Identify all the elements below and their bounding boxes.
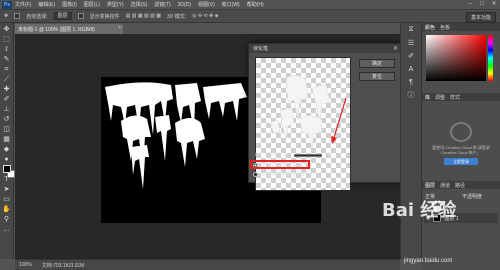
preview-artwork xyxy=(269,75,347,149)
history-panel-icon[interactable]: ⧖ xyxy=(405,25,417,35)
mode-3d-icons[interactable]: ◎ ✣ ⟲ ✥ ◈ xyxy=(192,13,218,19)
path-select-icon[interactable]: ➤ xyxy=(2,186,12,194)
quick-select-tool-icon[interactable]: ✎ xyxy=(2,56,12,64)
status-bar: 100% 文档:703.1K/3.91M xyxy=(15,259,400,270)
tab-color[interactable]: 颜色 xyxy=(425,24,435,31)
gradient-tool-icon[interactable]: ▦ xyxy=(2,136,12,144)
auto-select-label: 自动选择: xyxy=(26,13,48,20)
status-doc-info: 文档:703.1K/3.91M xyxy=(41,262,85,269)
show-transform-label: 显示变换控件 xyxy=(89,13,120,20)
zoom-tool-icon[interactable]: ⚲ xyxy=(2,216,12,224)
tab-layers[interactable]: 图层 xyxy=(425,182,435,189)
photoshop-logo: Ps xyxy=(2,0,12,9)
creative-cloud-icon xyxy=(450,122,472,142)
move-tool-icon[interactable]: ✥ xyxy=(2,26,12,34)
menu-view[interactable]: 视图(V) xyxy=(198,1,215,8)
creative-cloud-message: 要使用 Creative Cloud 库,请登录 Creative Cloud … xyxy=(432,145,490,155)
baidu-watermark: Bai 经验 xyxy=(382,200,457,221)
more-tools-icon[interactable]: … xyxy=(2,226,12,234)
menu-filter[interactable]: 滤镜(T) xyxy=(154,1,170,8)
options-bar: ✥ 自动选择: 图层 显示变换控件 ▤ ▥ ▦ ▧ ▨ ▩ 3D 模式: ◎ ✣… xyxy=(0,10,500,23)
auto-select-dropdown[interactable]: 图层 xyxy=(53,12,72,20)
crop-tool-icon[interactable]: ⌗ xyxy=(2,66,12,74)
color-panel-tabs: 颜色 色板 xyxy=(422,23,500,31)
menu-bar: Ps 文件(F) 编辑(E) 图像(I) 图层(L) 类型(Y) 选择(S) 滤… xyxy=(0,0,500,10)
dialog-titlebar[interactable]: 液化笔 ✕ xyxy=(249,44,401,53)
healing-tool-icon[interactable]: ✚ xyxy=(2,86,12,94)
dodge-tool-icon[interactable]: ● xyxy=(2,156,12,164)
move-tool-icon[interactable]: ✥ xyxy=(4,13,8,19)
zoom-level: 100% xyxy=(265,152,278,158)
marquee-tool-icon[interactable]: ⬚ xyxy=(2,36,12,44)
hand-tool-icon[interactable]: ✋ xyxy=(2,206,12,214)
tools-panel: ✥ ⬚ ℓ ✎ ⌗ ⟋ ✚ ✐ ⊥ ↺ ◫ ▦ ◆ ● ✒ T ➤ ▭ ✋ ⚲ … xyxy=(0,23,15,259)
menu-edit[interactable]: 编辑(E) xyxy=(38,1,55,8)
menu-3d[interactable]: 3D(D) xyxy=(178,2,191,8)
eyedropper-tool-icon[interactable]: ⟋ xyxy=(2,76,12,84)
tab-swatches[interactable]: 色板 xyxy=(440,24,450,31)
minimize-icon[interactable]: – xyxy=(466,1,474,8)
reset-button[interactable]: 复位 xyxy=(359,72,395,81)
tab-styles[interactable]: 样式 xyxy=(450,94,460,101)
zoom-out-icon[interactable]: ⊟ xyxy=(255,152,259,158)
preview-controls: ⊟ 100% ⊞ ▶ xyxy=(255,151,351,159)
document-tab[interactable]: 未标题-1 @ 100% (图层 1, RGB/8) × xyxy=(15,24,123,34)
blur-tool-icon[interactable]: ◆ xyxy=(2,146,12,154)
align-icons[interactable]: ▤ ▥ ▦ ▧ ▨ ▩ xyxy=(126,13,161,19)
play-icon[interactable]: ▶ xyxy=(328,152,332,158)
lasso-tool-icon[interactable]: ℓ xyxy=(2,46,12,54)
character-panel-icon[interactable]: A xyxy=(405,64,417,74)
brush-tool-icon[interactable]: ✐ xyxy=(2,96,12,104)
dialog-close-icon[interactable]: ✕ xyxy=(393,45,398,52)
tab-paths[interactable]: 路径 xyxy=(455,182,465,189)
layers-panel-tabs: 图层 通道 路径 xyxy=(422,181,500,189)
color-picker-field[interactable] xyxy=(426,35,486,81)
baidu-watermark-url: jingyan.baidu.com xyxy=(404,258,453,264)
library-panel-tabs: 库 调整 样式 xyxy=(422,93,500,101)
show-transform-checkbox[interactable] xyxy=(77,13,84,19)
option-highlight-box xyxy=(250,160,310,169)
ok-button[interactable]: 确定 xyxy=(359,59,395,68)
option-flatten-occlusion-radio[interactable] xyxy=(253,172,258,177)
auto-select-checkbox[interactable] xyxy=(14,13,21,19)
menu-type[interactable]: 类型(Y) xyxy=(107,1,124,8)
info-panel-icon[interactable]: ⓘ xyxy=(405,90,417,100)
menu-help[interactable]: 帮助(H) xyxy=(247,1,264,8)
document-tab-title: 未标题-1 @ 100% (图层 1, RGB/8) xyxy=(18,27,95,33)
hue-slider[interactable] xyxy=(488,35,493,81)
collapsed-panels: ⧖ ☰ ✐ A ¶ ⓘ xyxy=(400,23,422,259)
zoom-in-icon[interactable]: ⊞ xyxy=(284,152,288,158)
tab-channels[interactable]: 通道 xyxy=(440,182,450,189)
tab-libraries[interactable]: 库 xyxy=(425,94,430,101)
maximize-icon[interactable]: □ xyxy=(478,1,486,8)
menu-image[interactable]: 图像(I) xyxy=(62,1,77,8)
paragraph-panel-icon[interactable]: ¶ xyxy=(405,77,417,87)
close-document-icon[interactable]: × xyxy=(118,25,121,31)
dialog-title: 液化笔 xyxy=(253,46,269,52)
shape-tool-icon[interactable]: ▭ xyxy=(2,196,12,204)
history-brush-icon[interactable]: ↺ xyxy=(2,116,12,124)
foreground-color-swatch[interactable] xyxy=(3,165,11,173)
window-controls: – □ ✕ xyxy=(466,1,498,8)
mode-3d-label: 3D 模式: xyxy=(166,13,187,20)
status-zoom[interactable]: 100% xyxy=(19,262,32,268)
properties-panel-icon[interactable]: ☰ xyxy=(405,38,417,48)
menu-window[interactable]: 窗口(W) xyxy=(222,1,240,8)
preview-slider[interactable] xyxy=(294,153,323,157)
brush-panel-icon[interactable]: ✐ xyxy=(405,51,417,61)
tab-adjustments[interactable]: 调整 xyxy=(435,94,445,101)
sign-in-button[interactable]: 立即登录 xyxy=(444,158,478,165)
close-icon[interactable]: ✕ xyxy=(490,1,498,8)
eraser-tool-icon[interactable]: ◫ xyxy=(2,126,12,134)
workspace-switcher[interactable]: 基本功能 xyxy=(465,12,496,23)
menu-layer[interactable]: 图层(L) xyxy=(84,1,100,8)
option-flatten-occlusion[interactable]: 将遮挡映射平面化(仅 B) xyxy=(253,171,314,178)
menu-select[interactable]: 选择(S) xyxy=(131,1,148,8)
option-flatten-occlusion-label: 将遮挡映射平面化(仅 B) xyxy=(261,172,315,178)
stamp-tool-icon[interactable]: ⊥ xyxy=(2,106,12,114)
menu-file[interactable]: 文件(F) xyxy=(15,1,31,8)
